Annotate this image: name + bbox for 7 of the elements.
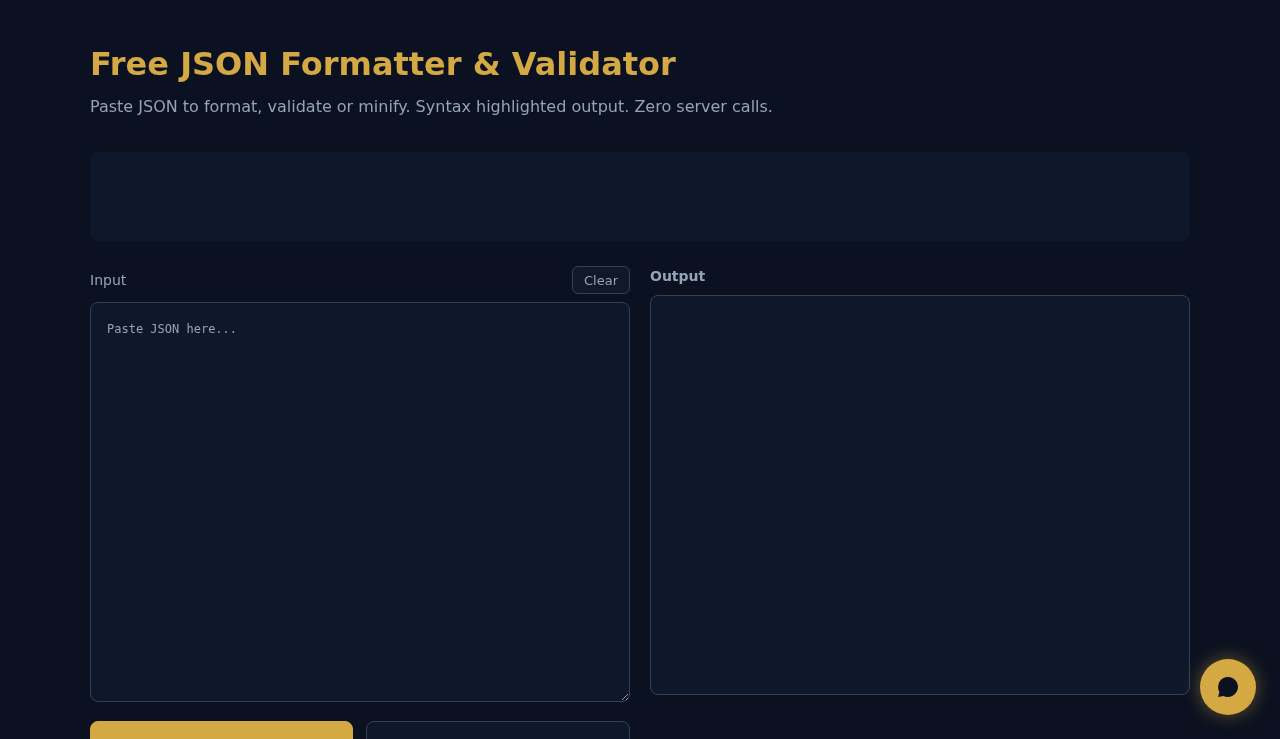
page-subtitle: Paste JSON to format, validate or minify. Syntax highlighted output. Zero server calls. — [90, 96, 773, 118]
chat-bubble-icon — [1217, 676, 1239, 698]
json-input-field[interactable]: Paste JSON here... — [90, 302, 630, 702]
output-label: Output — [650, 267, 706, 285]
page-title: Free JSON Formatter & Validator — [90, 44, 676, 84]
clear-button[interactable]: Clear — [572, 266, 630, 294]
input-label: Input — [90, 271, 127, 289]
